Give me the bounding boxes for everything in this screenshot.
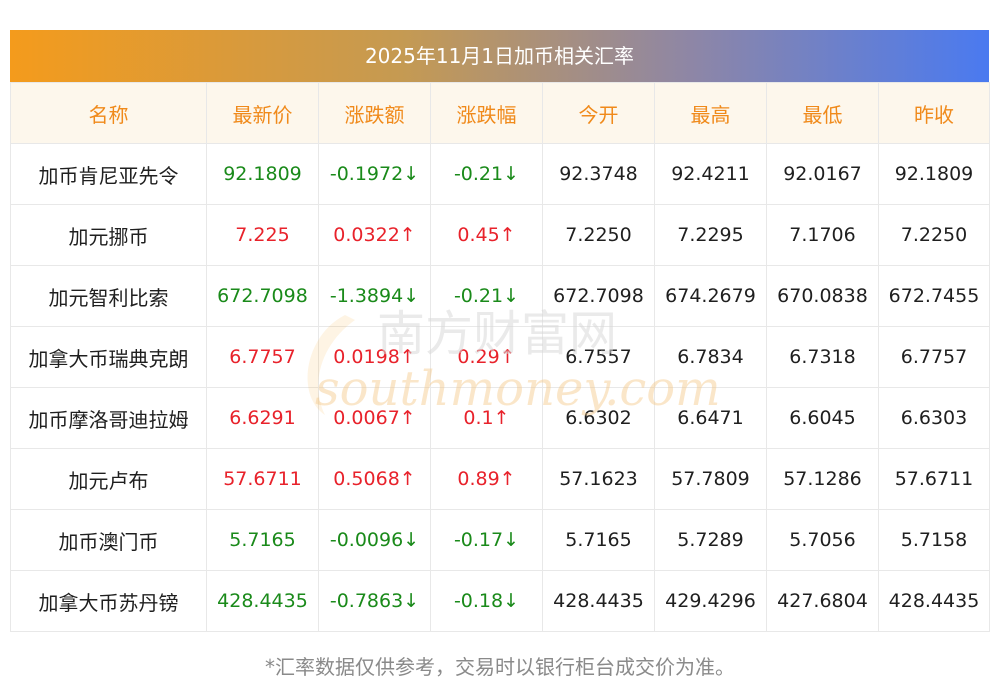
- cell-low: 427.6804: [766, 570, 879, 632]
- cell-open: 6.6302: [542, 387, 655, 449]
- cell-latest: 5.7165: [206, 509, 319, 571]
- cell-pct: -0.18↓: [430, 570, 543, 632]
- cell-pct: -0.17↓: [430, 509, 543, 571]
- table-row: 加拿大币苏丹镑 428.4435 -0.7863↓ -0.18↓ 428.4435 429…: [10, 570, 990, 632]
- cell-open: 6.7557: [542, 326, 655, 388]
- cell-prev: 428.4435: [878, 570, 990, 632]
- cell-name: 加币摩洛哥迪拉姆: [10, 387, 207, 449]
- cell-open: 5.7165: [542, 509, 655, 571]
- cell-pct: 0.89↑: [430, 448, 543, 510]
- cell-latest: 6.7757: [206, 326, 319, 388]
- cell-latest: 672.7098: [206, 265, 319, 327]
- cell-open: 428.4435: [542, 570, 655, 632]
- cell-high: 5.7289: [654, 509, 767, 571]
- cell-high: 429.4296: [654, 570, 767, 632]
- header-row: 名称 最新价 涨跌额 涨跌幅 今开 最高 最低 昨收: [10, 82, 990, 144]
- cell-change: 0.0322↑: [318, 204, 431, 266]
- table-title: 2025年11月1日加币相关汇率: [10, 30, 989, 82]
- cell-prev: 5.7158: [878, 509, 990, 571]
- cell-change: 0.0067↑: [318, 387, 431, 449]
- col-header-name: 名称: [10, 82, 207, 144]
- cell-prev: 672.7455: [878, 265, 990, 327]
- disclaimer-note: *汇率数据仅供参考，交易时以银行柜台成交价为准。: [265, 655, 735, 679]
- cell-prev: 7.2250: [878, 204, 990, 266]
- cell-change: -1.3894↓: [318, 265, 431, 327]
- cell-high: 674.2679: [654, 265, 767, 327]
- cell-latest: 57.6711: [206, 448, 319, 510]
- cell-name: 加拿大币瑞典克朗: [10, 326, 207, 388]
- table-row: 加元卢布 57.6711 0.5068↑ 0.89↑ 57.1623 57.7809 57.…: [10, 448, 990, 510]
- table-row: 加元智利比索 672.7098 -1.3894↓ -0.21↓ 672.7098 674.…: [10, 265, 990, 327]
- cell-high: 6.6471: [654, 387, 767, 449]
- table-row: 加拿大币瑞典克朗 6.7757 0.0198↑ 0.29↑ 6.7557 6.7834 6.…: [10, 326, 990, 388]
- table-row: 加币肯尼亚先令 92.1809 -0.1972↓ -0.21↓ 92.3748 92.42…: [10, 143, 990, 205]
- cell-low: 6.7318: [766, 326, 879, 388]
- cell-high: 7.2295: [654, 204, 767, 266]
- cell-high: 92.4211: [654, 143, 767, 205]
- cell-change: -0.1972↓: [318, 143, 431, 205]
- col-header-pct: 涨跌幅: [430, 82, 543, 144]
- cell-low: 5.7056: [766, 509, 879, 571]
- cell-pct: 0.45↑: [430, 204, 543, 266]
- cell-high: 57.7809: [654, 448, 767, 510]
- rates-panel: 2025年11月1日加币相关汇率 名称 最新价 涨跌额 涨跌幅 今开 最高 最低…: [10, 30, 990, 632]
- cell-name: 加元智利比索: [10, 265, 207, 327]
- table-row: 加币摩洛哥迪拉姆 6.6291 0.0067↑ 0.1↑ 6.6302 6.6471 6.6…: [10, 387, 990, 449]
- col-header-latest: 最新价: [206, 82, 319, 144]
- cell-latest: 428.4435: [206, 570, 319, 632]
- cell-pct: 0.1↑: [430, 387, 543, 449]
- table-row: 加币澳门币 5.7165 -0.0096↓ -0.17↓ 5.7165 5.7289 5.7…: [10, 509, 990, 571]
- cell-name: 加元挪币: [10, 204, 207, 266]
- cell-name: 加币澳门币: [10, 509, 207, 571]
- cell-pct: 0.29↑: [430, 326, 543, 388]
- cell-change: 0.0198↑: [318, 326, 431, 388]
- cell-pct: -0.21↓: [430, 265, 543, 327]
- cell-latest: 7.225: [206, 204, 319, 266]
- cell-low: 670.0838: [766, 265, 879, 327]
- cell-name: 加拿大币苏丹镑: [10, 570, 207, 632]
- cell-prev: 6.6303: [878, 387, 990, 449]
- col-header-prev: 昨收: [878, 82, 990, 144]
- cell-change: -0.0096↓: [318, 509, 431, 571]
- cell-open: 672.7098: [542, 265, 655, 327]
- cell-open: 92.3748: [542, 143, 655, 205]
- cell-name: 加币肯尼亚先令: [10, 143, 207, 205]
- cell-low: 57.1286: [766, 448, 879, 510]
- cell-latest: 6.6291: [206, 387, 319, 449]
- col-header-low: 最低: [766, 82, 879, 144]
- cell-prev: 6.7757: [878, 326, 990, 388]
- cell-prev: 57.6711: [878, 448, 990, 510]
- cell-pct: -0.21↓: [430, 143, 543, 205]
- col-header-change: 涨跌额: [318, 82, 431, 144]
- cell-high: 6.7834: [654, 326, 767, 388]
- cell-prev: 92.1809: [878, 143, 990, 205]
- col-header-open: 今开: [542, 82, 655, 144]
- cell-low: 92.0167: [766, 143, 879, 205]
- cell-change: -0.7863↓: [318, 570, 431, 632]
- cell-name: 加元卢布: [10, 448, 207, 510]
- cell-low: 6.6045: [766, 387, 879, 449]
- rates-table: 名称 最新价 涨跌额 涨跌幅 今开 最高 最低 昨收 加币肯尼亚先令 92.180…: [10, 82, 990, 632]
- table-row: 加元挪币 7.225 0.0322↑ 0.45↑ 7.2250 7.2295 7.1706 7…: [10, 204, 990, 266]
- cell-open: 57.1623: [542, 448, 655, 510]
- cell-latest: 92.1809: [206, 143, 319, 205]
- cell-low: 7.1706: [766, 204, 879, 266]
- cell-change: 0.5068↑: [318, 448, 431, 510]
- cell-open: 7.2250: [542, 204, 655, 266]
- col-header-high: 最高: [654, 82, 767, 144]
